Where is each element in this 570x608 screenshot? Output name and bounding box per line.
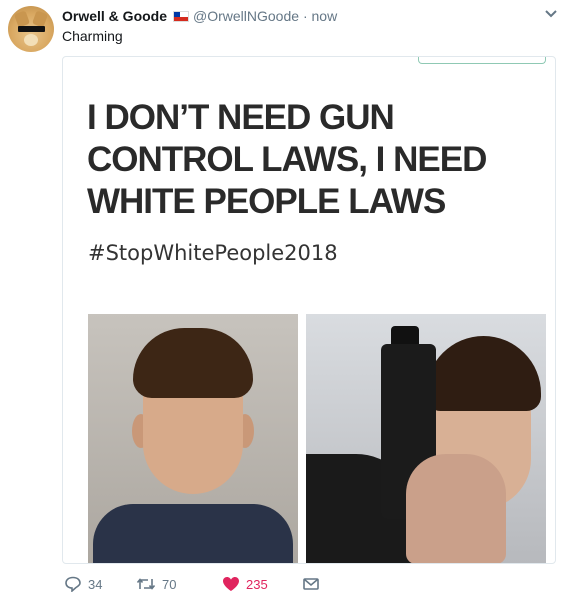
avatar[interactable] <box>8 6 54 52</box>
card-hashtag: #StopWhitePeople2018 <box>88 241 338 265</box>
media-card[interactable]: I DON’T NEED GUN CONTROL LAWS, I NEED WH… <box>62 56 556 564</box>
card-tab <box>418 57 546 64</box>
like-button[interactable]: 235 <box>222 576 268 592</box>
selfie-gun-photo <box>306 314 546 563</box>
tweet-text: Charming <box>62 28 123 44</box>
user-handle[interactable]: @OrwellNGoode <box>193 8 299 24</box>
retweet-icon <box>136 576 156 592</box>
photo-shirt <box>93 504 293 563</box>
chevron-down-icon[interactable] <box>544 6 558 22</box>
tweet-timestamp[interactable]: now <box>312 8 338 24</box>
chile-flag-icon <box>173 11 190 22</box>
photo-hair <box>133 328 253 398</box>
retweet-count: 70 <box>162 576 177 592</box>
mugshot-photo <box>88 314 298 563</box>
retweet-button[interactable]: 70 <box>136 576 176 592</box>
reply-count: 34 <box>88 576 103 592</box>
message-icon <box>302 576 320 592</box>
photo-hand <box>406 454 506 563</box>
reply-button[interactable]: 34 <box>64 576 102 592</box>
card-headline: I DON’T NEED GUN CONTROL LAWS, I NEED WH… <box>87 98 487 221</box>
display-name[interactable]: Orwell & Goode <box>62 8 167 24</box>
heart-icon <box>222 576 240 592</box>
reply-icon <box>64 576 82 592</box>
direct-message-button[interactable] <box>302 576 320 592</box>
sunglasses-graphic <box>18 26 45 32</box>
like-count: 235 <box>246 576 268 592</box>
tweet-header: Orwell & Goode @OrwellNGoode · now <box>62 8 337 24</box>
photo-hair <box>426 336 541 411</box>
separator-dot: · <box>302 8 308 24</box>
avatar-snout <box>24 34 38 46</box>
